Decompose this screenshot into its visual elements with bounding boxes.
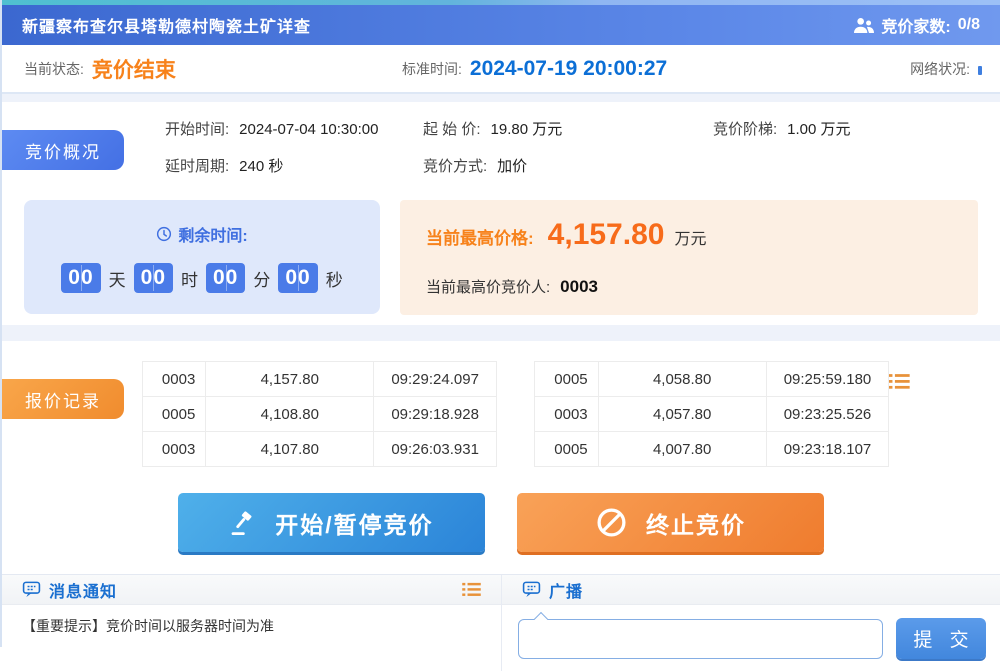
server-time-group: 标准时间: 2024-07-19 20:00:27 <box>402 45 667 92</box>
bid-records-section: 报价记录 0003 4,157.80 09:29:24.097 0005 4,1… <box>2 361 1000 552</box>
broadcast-bubble-icon <box>522 580 541 599</box>
remaining-time-label: 剩余时间: <box>178 222 247 246</box>
unit-hours: 时 <box>181 266 198 291</box>
broadcast-panel: 广播 提 交 <box>502 575 1000 671</box>
overview-badge: 竞价概况 <box>2 130 124 170</box>
start-pause-button[interactable]: 开始/暂停竞价 <box>178 493 485 552</box>
network-status-group: 网络状况: <box>910 45 982 92</box>
notice-list-icon[interactable] <box>462 582 481 597</box>
highest-bidder-value: 0003 <box>560 277 598 297</box>
highest-price-unit: 万元 <box>674 225 706 249</box>
state-value: 竞价结束 <box>92 54 176 84</box>
highest-price-label: 当前最高价格: <box>426 224 534 249</box>
remaining-time-title: 剩余时间: <box>24 222 380 246</box>
broadcast-title: 广播 <box>549 578 583 602</box>
countdown-days: 00 <box>61 263 100 293</box>
table-row: 0005 4,108.80 09:29:18.928 <box>143 397 497 432</box>
bid-table-right: 0005 4,058.80 09:25:59.180 0003 4,057.80… <box>534 361 889 467</box>
notice-header: 消息通知 <box>2 575 501 605</box>
start-pause-label: 开始/暂停竞价 <box>275 506 433 540</box>
notice-panel: 消息通知 【重要提示】竞价时间以服务器时间为准 <box>2 575 502 671</box>
table-row: 0005 4,058.80 09:25:59.180 <box>535 362 889 397</box>
info-increment: 竞价阶梯: 1.00 万元 <box>713 118 980 139</box>
highest-price-box: 当前最高价格: 4,157.80 万元 当前最高价竞价人: 0003 <box>400 200 978 315</box>
overview-info-grid: 开始时间: 2024-07-04 10:30:00 起 始 价: 19.80 万… <box>165 118 980 176</box>
countdown-minutes: 00 <box>206 263 245 293</box>
title-bar: 新疆察布查尔县塔勒德村陶瓷土矿详查 竞价家数: 0/8 <box>2 5 1000 45</box>
action-buttons: 开始/暂停竞价 终止竞价 <box>2 493 1000 552</box>
unit-seconds: 秒 <box>326 266 343 291</box>
table-row: 0005 4,007.80 09:23:18.107 <box>535 432 889 467</box>
submit-button[interactable]: 提 交 <box>896 618 986 659</box>
bid-table-left: 0003 4,157.80 09:29:24.097 0005 4,108.80… <box>142 361 497 467</box>
clock-icon <box>156 226 172 242</box>
broadcast-header: 广播 <box>502 575 1000 605</box>
highest-bidder-row: 当前最高价竞价人: 0003 <box>426 276 952 297</box>
prohibit-icon <box>595 506 628 539</box>
highest-price-row: 当前最高价格: 4,157.80 万元 <box>426 218 952 252</box>
bidders-icon <box>854 17 874 34</box>
remaining-time-box: 剩余时间: 00 天 00 时 00 分 00 秒 <box>24 200 380 314</box>
records-badge: 报价记录 <box>2 379 124 419</box>
table-row: 0003 4,107.80 09:26:03.931 <box>143 432 497 467</box>
network-signal-icon <box>978 66 982 75</box>
unit-minutes: 分 <box>253 266 270 291</box>
bidders-label: 竞价家数: <box>881 13 950 37</box>
current-state-group: 当前状态: 竞价结束 <box>24 45 176 92</box>
records-list-icon[interactable] <box>889 373 910 390</box>
highest-bidder-label: 当前最高价竞价人: <box>426 276 550 297</box>
info-start-price: 起 始 价: 19.80 万元 <box>423 118 713 139</box>
bidder-count-group: 竞价家数: 0/8 <box>854 13 980 37</box>
terminate-button[interactable]: 终止竞价 <box>517 493 824 552</box>
info-bid-mode: 竞价方式: 加价 <box>423 155 713 176</box>
gavel-icon <box>229 509 257 537</box>
auction-overview-section: 竞价概况 开始时间: 2024-07-04 10:30:00 起 始 价: 19… <box>2 118 1000 315</box>
state-label: 当前状态: <box>24 59 84 79</box>
countdown-seconds: 00 <box>278 263 317 293</box>
broadcast-content: 提 交 <box>502 605 1000 659</box>
info-delay-period: 延时周期: 240 秒 <box>165 155 423 176</box>
page-title: 新疆察布查尔县塔勒德村陶瓷土矿详查 <box>22 13 311 37</box>
table-row: 0003 4,057.80 09:23:25.526 <box>535 397 889 432</box>
section-divider <box>2 325 1000 341</box>
terminate-label: 终止竞价 <box>646 506 746 540</box>
overview-boxes: 剩余时间: 00 天 00 时 00 分 00 秒 当前最高价格: 4,157.… <box>24 200 978 315</box>
table-row: 0003 4,157.80 09:29:24.097 <box>143 362 497 397</box>
broadcast-input-wrap <box>518 619 883 659</box>
network-label: 网络状况: <box>910 59 970 79</box>
time-label: 标准时间: <box>402 59 462 79</box>
bidders-count: 0/8 <box>958 16 980 34</box>
section-divider <box>2 94 1000 102</box>
status-bar: 当前状态: 竞价结束 标准时间: 2024-07-19 20:00:27 网络状… <box>2 45 1000 94</box>
countdown-hours: 00 <box>134 263 173 293</box>
notice-content: 【重要提示】竞价时间以服务器时间为准 <box>2 605 501 647</box>
unit-days: 天 <box>109 266 126 291</box>
broadcast-input[interactable] <box>518 619 883 659</box>
records-tables: 0003 4,157.80 09:29:24.097 0005 4,108.80… <box>142 361 982 467</box>
info-start-time: 开始时间: 2024-07-04 10:30:00 <box>165 118 423 139</box>
countdown-digits: 00 天 00 时 00 分 00 秒 <box>24 263 380 293</box>
notice-title: 消息通知 <box>49 578 117 602</box>
bottom-panels: 消息通知 【重要提示】竞价时间以服务器时间为准 广播 提 交 <box>2 574 1000 671</box>
highest-price-value: 4,157.80 <box>548 218 665 252</box>
message-bubble-icon <box>22 580 41 599</box>
time-value: 2024-07-19 20:00:27 <box>470 57 667 81</box>
